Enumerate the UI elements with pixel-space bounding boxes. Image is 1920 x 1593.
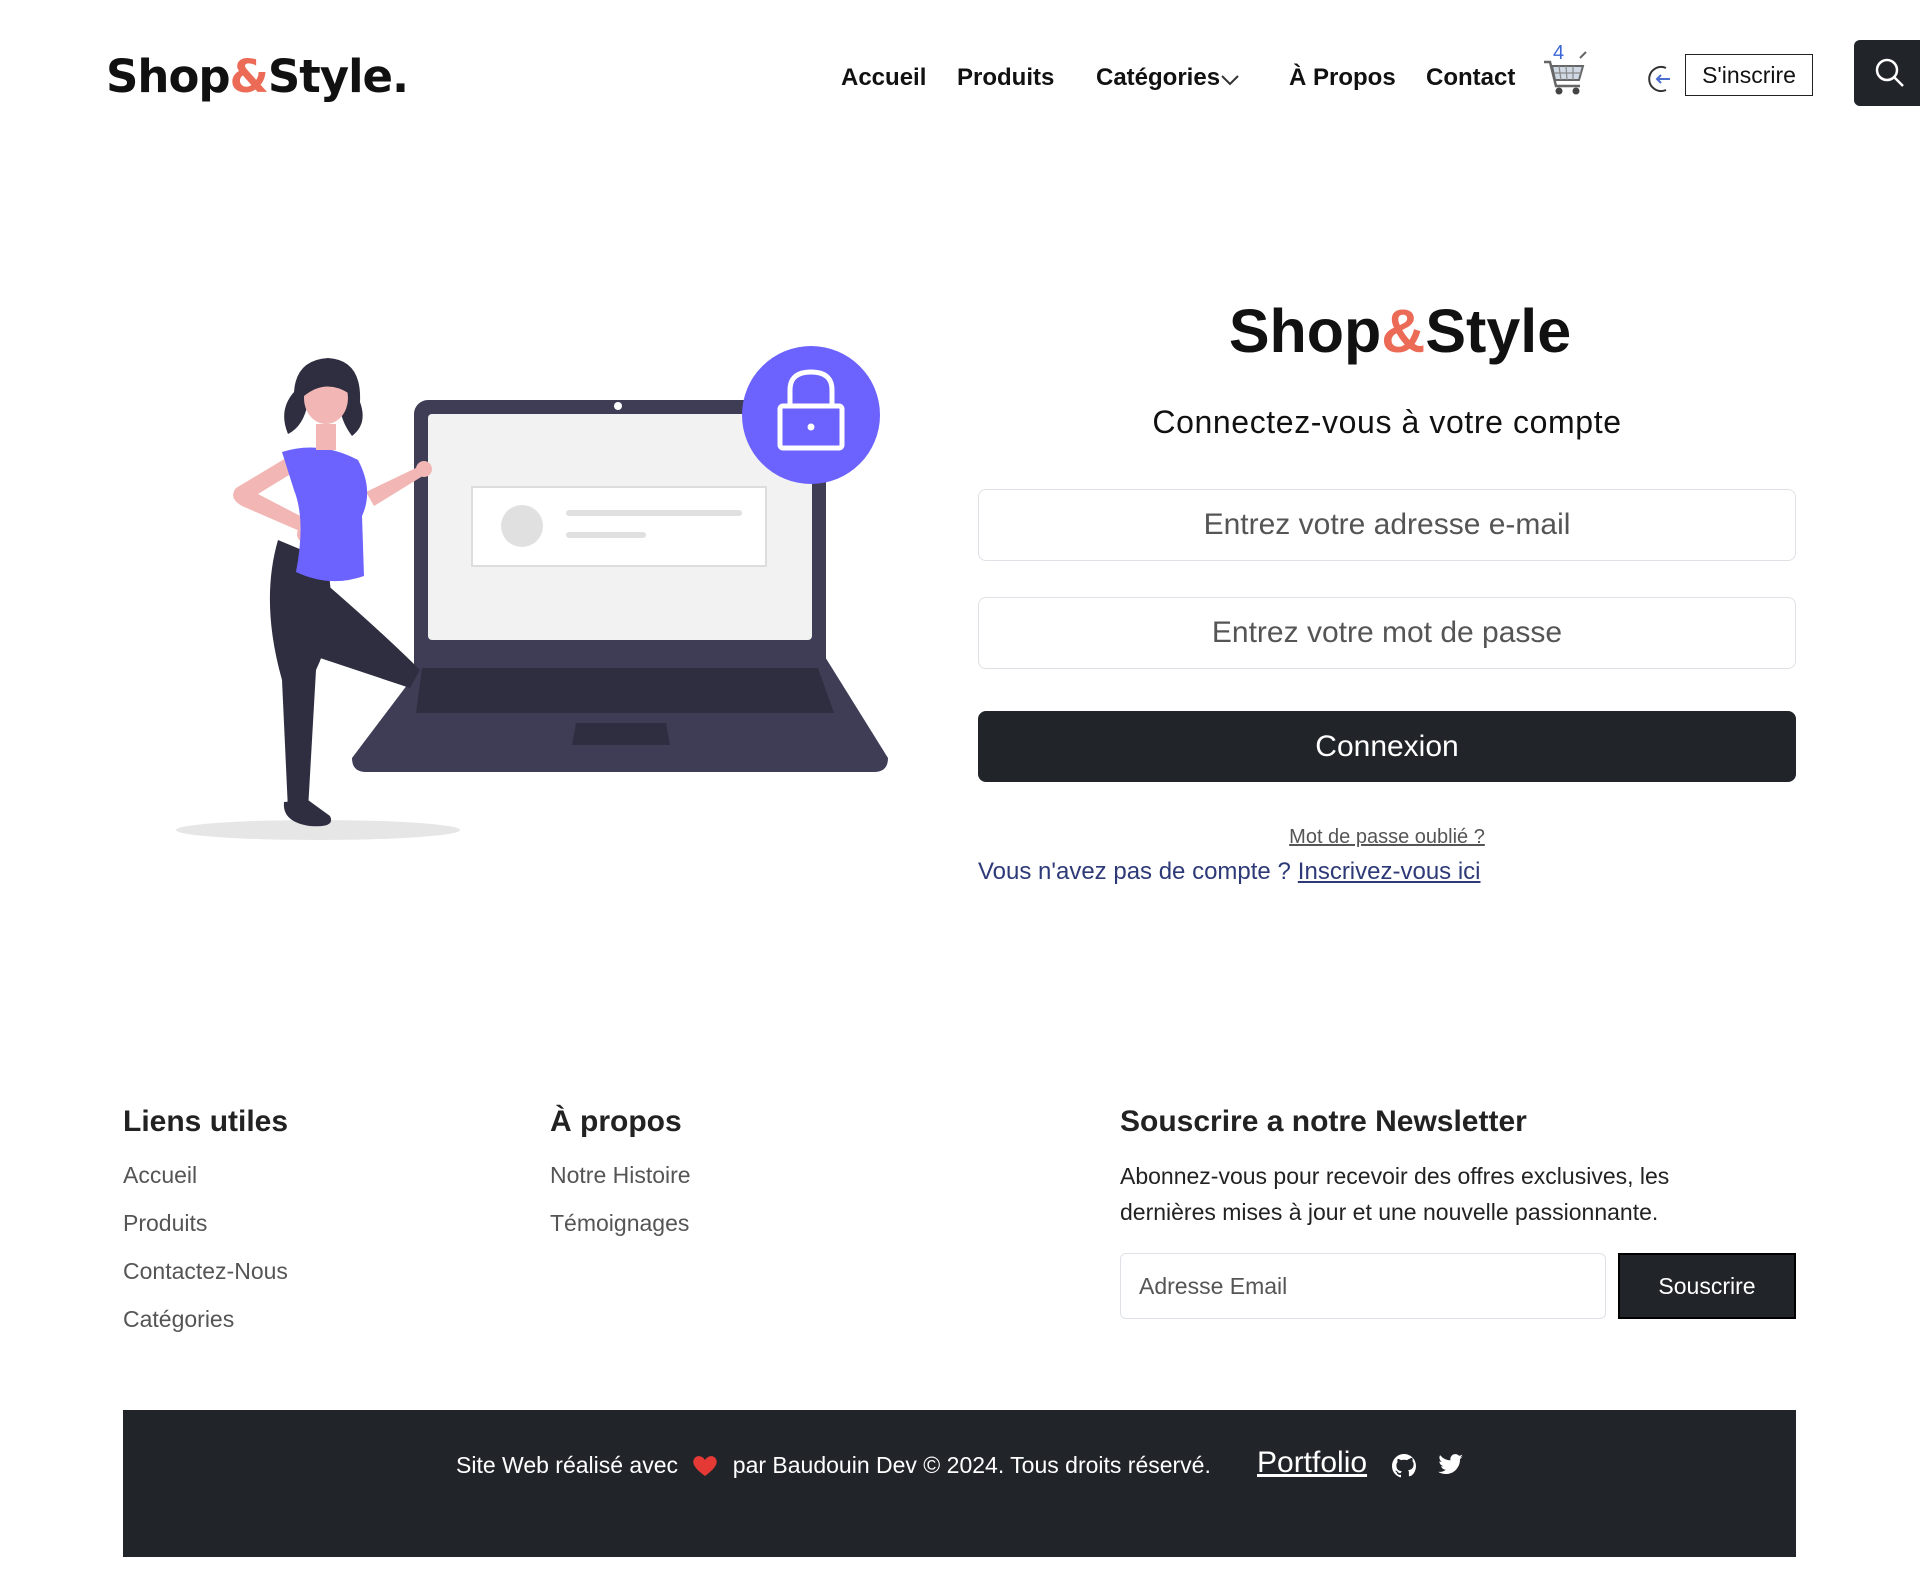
login-brand-title: Shop&Style bbox=[978, 296, 1822, 366]
forgot-password-link[interactable]: Mot de passe oublié ? bbox=[1289, 826, 1485, 848]
footer-link-products[interactable]: Produits bbox=[123, 1210, 207, 1237]
nav-contact[interactable]: Contact bbox=[1426, 64, 1515, 92]
search-icon bbox=[1875, 58, 1904, 87]
logo-ampersand: & bbox=[229, 50, 269, 103]
forgot-password-row: Mot de passe oublié ? bbox=[978, 826, 1796, 849]
newsletter-email-input[interactable] bbox=[1120, 1253, 1606, 1319]
login-arrow-icon[interactable] bbox=[1646, 64, 1676, 99]
logo-text-left: Shop bbox=[106, 50, 231, 103]
footer-link-testimonials[interactable]: Témoignages bbox=[550, 1210, 689, 1237]
footer-credit: Site Web réalisé avec par Baudouin Dev ©… bbox=[456, 1451, 1211, 1479]
footer-newsletter-heading: Souscrire a notre Newsletter bbox=[1120, 1105, 1527, 1138]
nav-about[interactable]: À Propos bbox=[1289, 64, 1396, 92]
heart-icon bbox=[693, 1456, 718, 1476]
login-title-ampersand: & bbox=[1381, 297, 1426, 365]
email-field[interactable] bbox=[978, 489, 1796, 561]
cart-count-badge: 4 bbox=[1553, 42, 1565, 64]
logo-dot: . bbox=[392, 50, 409, 103]
login-title-right: Style bbox=[1425, 297, 1572, 365]
no-account-text: Vous n'avez pas de compte ? bbox=[978, 858, 1291, 885]
credit-text-after: par Baudouin Dev © 2024. Tous droits rés… bbox=[732, 1452, 1211, 1479]
signup-link[interactable]: Inscrivez-vous ici bbox=[1298, 858, 1481, 885]
nav-categories[interactable]: Catégories bbox=[1096, 64, 1239, 92]
footer-link-contact[interactable]: Contactez-Nous bbox=[123, 1258, 288, 1285]
login-illustration bbox=[176, 346, 888, 840]
portfolio-link[interactable]: Portfolio bbox=[1257, 1446, 1367, 1480]
footer-bottom-bar bbox=[123, 1410, 1796, 1557]
password-field[interactable] bbox=[978, 597, 1796, 669]
site-header: Shop&Style. Accueil Produits Catégories … bbox=[0, 0, 1920, 160]
signup-button[interactable]: S'inscrire bbox=[1685, 54, 1813, 96]
nav-home[interactable]: Accueil bbox=[841, 64, 926, 92]
nav-categories-label: Catégories bbox=[1096, 64, 1221, 91]
footer-link-categories[interactable]: Catégories bbox=[123, 1306, 234, 1333]
signup-prompt: Vous n'avez pas de compte ? Inscrivez-vou… bbox=[978, 858, 1481, 886]
github-icon[interactable] bbox=[1391, 1453, 1417, 1484]
twitter-icon[interactable] bbox=[1438, 1454, 1464, 1481]
chevron-down-icon bbox=[1221, 75, 1239, 86]
login-submit-button[interactable]: Connexion bbox=[978, 711, 1796, 782]
newsletter-description: Abonnez-vous pour recevoir des offres ex… bbox=[1120, 1163, 1670, 1225]
newsletter-subscribe-button[interactable]: Souscrire bbox=[1618, 1253, 1796, 1319]
search-button[interactable] bbox=[1854, 40, 1920, 106]
nav-products[interactable]: Produits bbox=[957, 64, 1054, 92]
footer-link-story[interactable]: Notre Histoire bbox=[550, 1162, 691, 1189]
login-subtitle: Connectez-vous à votre compte bbox=[1152, 404, 1622, 440]
site-logo[interactable]: Shop&Style. bbox=[106, 50, 409, 103]
credit-text-before: Site Web réalisé avec bbox=[456, 1452, 679, 1479]
logo-text-right: Style bbox=[267, 50, 393, 103]
login-title-left: Shop bbox=[1228, 297, 1382, 365]
lock-badge bbox=[742, 346, 880, 484]
footer-useful-links-heading: Liens utiles bbox=[123, 1105, 289, 1138]
footer-about-heading: À propos bbox=[550, 1105, 682, 1138]
cart-button[interactable] bbox=[1542, 44, 1588, 96]
shopping-cart-icon bbox=[1544, 51, 1587, 95]
footer-link-home[interactable]: Accueil bbox=[123, 1162, 197, 1189]
